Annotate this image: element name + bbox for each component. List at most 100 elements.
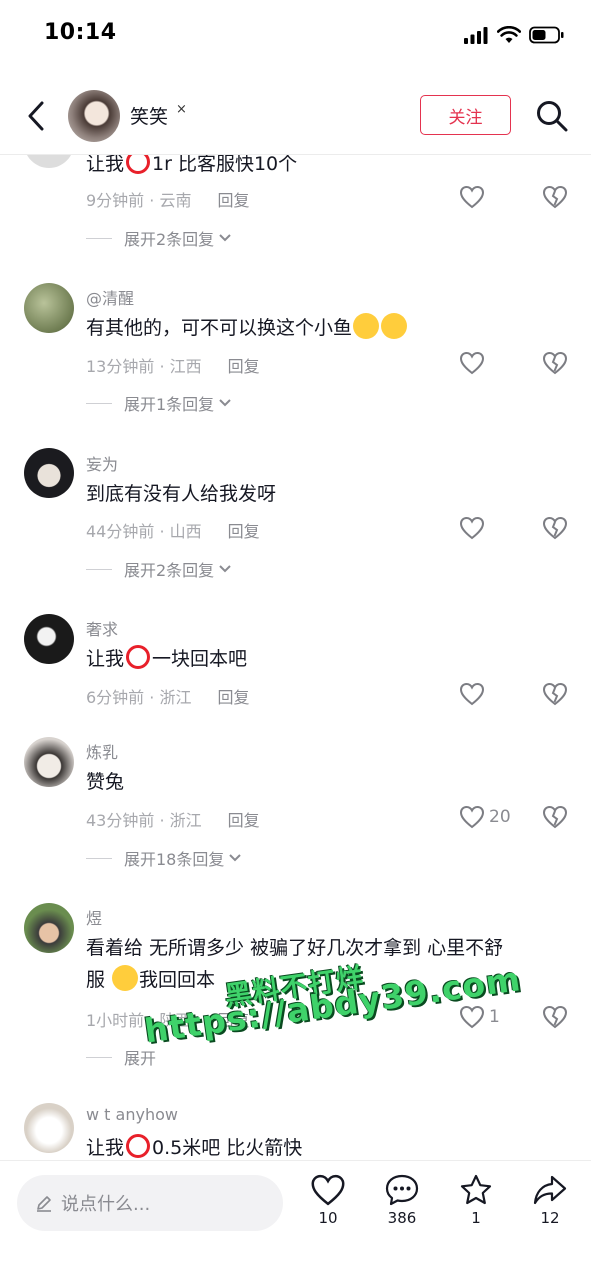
comment-text: 赞兔 <box>86 771 125 793</box>
heart-icon <box>459 185 485 209</box>
like-button[interactable]: 1 <box>459 1005 500 1029</box>
reply-button[interactable]: 回复 <box>217 1011 249 1030</box>
expand-line <box>86 1056 112 1058</box>
favorite-action[interactable]: 1 <box>446 1173 506 1227</box>
like-button[interactable] <box>459 516 489 540</box>
reply-button[interactable]: 回复 <box>228 811 260 830</box>
reply-button[interactable]: 回复 <box>217 191 249 210</box>
header-avatar[interactable] <box>68 90 120 142</box>
back-button[interactable] <box>20 96 52 136</box>
dislike-button[interactable] <box>542 1005 568 1033</box>
dislike-button[interactable] <box>542 516 568 544</box>
battery-icon <box>529 26 564 44</box>
cellular-signal-icon <box>464 27 488 44</box>
comment-text: 看着给 无所谓多少 被骗了好几次才拿到 心里不舒 服 我回回本 <box>86 937 504 991</box>
heart-icon <box>459 516 485 540</box>
comment-list[interactable]: 让我 1r 比客服快10个 9分钟前 · 云南 回复 展开2条回复 @清醒 有其… <box>0 0 591 1160</box>
comment-username[interactable]: 奢求 <box>86 616 118 640</box>
avatar[interactable] <box>24 903 74 953</box>
pencil-icon <box>37 1196 51 1212</box>
comment-text: 到底有没有人给我发呀 <box>86 483 277 505</box>
broken-heart-icon <box>542 682 568 706</box>
expand-replies-button[interactable]: 展开18条回复 <box>86 846 242 870</box>
dislike-button[interactable] <box>542 351 568 379</box>
red-circle-emoji <box>126 645 151 669</box>
comment-action[interactable]: 386 <box>372 1173 432 1227</box>
expand-line <box>86 402 112 404</box>
expand-replies-button[interactable]: 展开2条回复 <box>86 557 232 581</box>
like-button[interactable]: 20 <box>459 805 511 829</box>
comment-text: 有其他的，可不可以换这个小鱼 <box>86 312 576 344</box>
bottom-action-bar: 说点什么... 10 386 1 12 <box>0 1160 591 1280</box>
reply-button[interactable]: 回复 <box>228 357 260 376</box>
avatar[interactable] <box>24 1103 74 1153</box>
comment-username[interactable]: 煜 <box>86 905 102 929</box>
header: 笑笑 × 关注 <box>0 80 591 154</box>
dislike-button[interactable] <box>542 805 568 833</box>
star-icon <box>460 1174 492 1205</box>
comment-input-placeholder: 说点什么... <box>61 1194 151 1215</box>
wifi-icon <box>497 26 521 43</box>
follow-button[interactable]: 关注 <box>420 95 511 135</box>
broken-heart-icon <box>542 805 568 829</box>
drooling-face-emoji <box>353 313 380 339</box>
header-close-mark: × <box>176 102 187 117</box>
comment-username[interactable]: @清醒 <box>86 285 134 309</box>
dislike-button[interactable] <box>542 185 568 213</box>
status-time: 10:14 <box>44 20 117 45</box>
expand-replies-button[interactable]: 展开1条回复 <box>86 391 232 415</box>
comment-input[interactable]: 说点什么... <box>17 1175 283 1231</box>
expand-replies-button[interactable]: 展开2条回复 <box>86 226 232 250</box>
share-count: 12 <box>540 1209 560 1227</box>
header-divider <box>0 154 591 155</box>
comment-username[interactable]: 妄为 <box>86 451 118 475</box>
heart-icon <box>459 682 485 706</box>
broken-heart-icon <box>542 185 568 209</box>
comment-text: 让我 0.5米吧 比火箭快 <box>86 1132 576 1160</box>
broken-heart-icon <box>542 1005 568 1029</box>
reply-button[interactable]: 回复 <box>228 522 260 541</box>
heart-icon <box>459 1005 485 1029</box>
comment-username[interactable]: 炼乳 <box>86 739 118 763</box>
dislike-button[interactable] <box>542 682 568 710</box>
comment-count: 386 <box>387 1209 417 1227</box>
header-username[interactable]: 笑笑 <box>130 102 168 129</box>
favorite-count: 1 <box>471 1209 481 1227</box>
status-icons <box>463 24 565 46</box>
comment-meta: 44分钟前 · 山西 回复 <box>86 522 260 541</box>
comment-meta: 9分钟前 · 云南 回复 <box>86 191 250 210</box>
like-button[interactable] <box>459 682 489 706</box>
comment-screen: 让我 1r 比客服快10个 9分钟前 · 云南 回复 展开2条回复 @清醒 有其… <box>0 0 591 1280</box>
red-circle-emoji <box>126 1134 151 1158</box>
heart-icon <box>311 1174 345 1206</box>
heart-icon <box>459 805 485 829</box>
comment-username[interactable]: w t anyhow <box>86 1105 178 1124</box>
chevron-left-icon <box>28 101 44 131</box>
broken-heart-icon <box>542 351 568 375</box>
chevron-down-icon <box>219 234 231 242</box>
like-action[interactable]: 10 <box>298 1173 358 1227</box>
comment-text: 让我 一块回本吧 <box>86 643 576 675</box>
expand-replies-button[interactable]: 展开 <box>86 1045 156 1069</box>
comment-bubble-icon <box>385 1174 419 1206</box>
crying-face-emoji <box>112 965 139 991</box>
avatar[interactable] <box>24 283 74 333</box>
expand-line <box>86 568 112 570</box>
reply-button[interactable]: 回复 <box>217 688 249 707</box>
avatar[interactable] <box>24 614 74 664</box>
comment-meta: 1小时前 · 陕西 回复 <box>86 1011 250 1030</box>
chevron-down-icon <box>219 565 231 573</box>
share-action[interactable]: 12 <box>520 1173 580 1227</box>
comment-meta: 43分钟前 · 浙江 回复 <box>86 811 260 830</box>
like-button[interactable] <box>459 185 489 209</box>
like-count: 10 <box>318 1209 338 1227</box>
search-button[interactable] <box>534 98 570 134</box>
like-button[interactable] <box>459 351 489 375</box>
avatar[interactable] <box>24 737 74 787</box>
search-icon <box>537 101 568 132</box>
broken-heart-icon <box>542 516 568 540</box>
like-count: 20 <box>489 807 511 827</box>
chevron-down-icon <box>219 399 231 407</box>
heart-icon <box>459 351 485 375</box>
avatar[interactable] <box>24 448 74 498</box>
